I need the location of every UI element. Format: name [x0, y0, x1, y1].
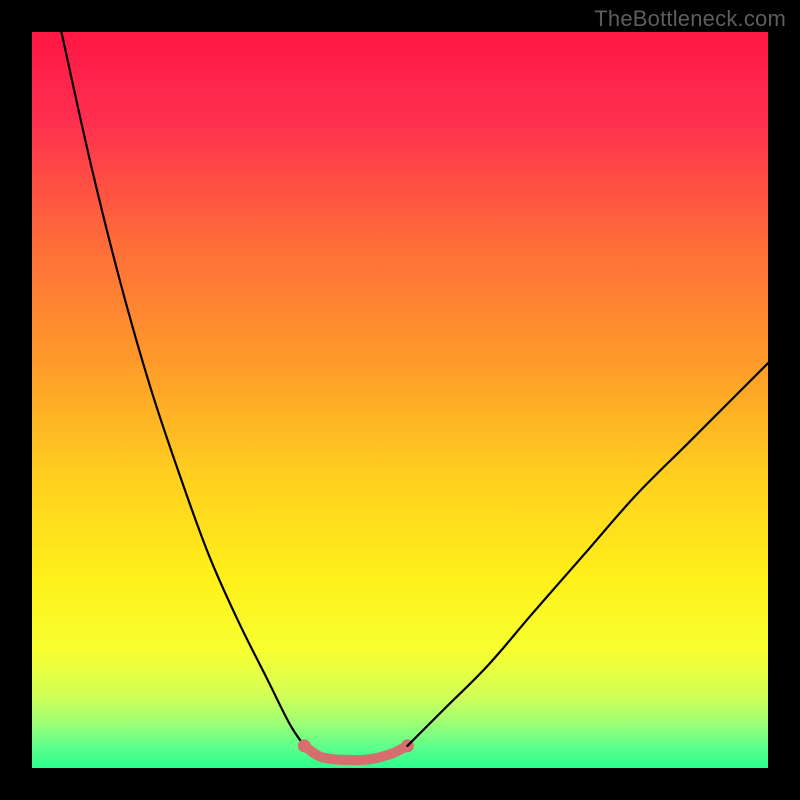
bottleneck-chart	[32, 32, 768, 768]
watermark-text: TheBottleneck.com	[594, 6, 786, 32]
chart-frame: TheBottleneck.com	[0, 0, 800, 800]
gradient-backdrop	[32, 32, 768, 768]
